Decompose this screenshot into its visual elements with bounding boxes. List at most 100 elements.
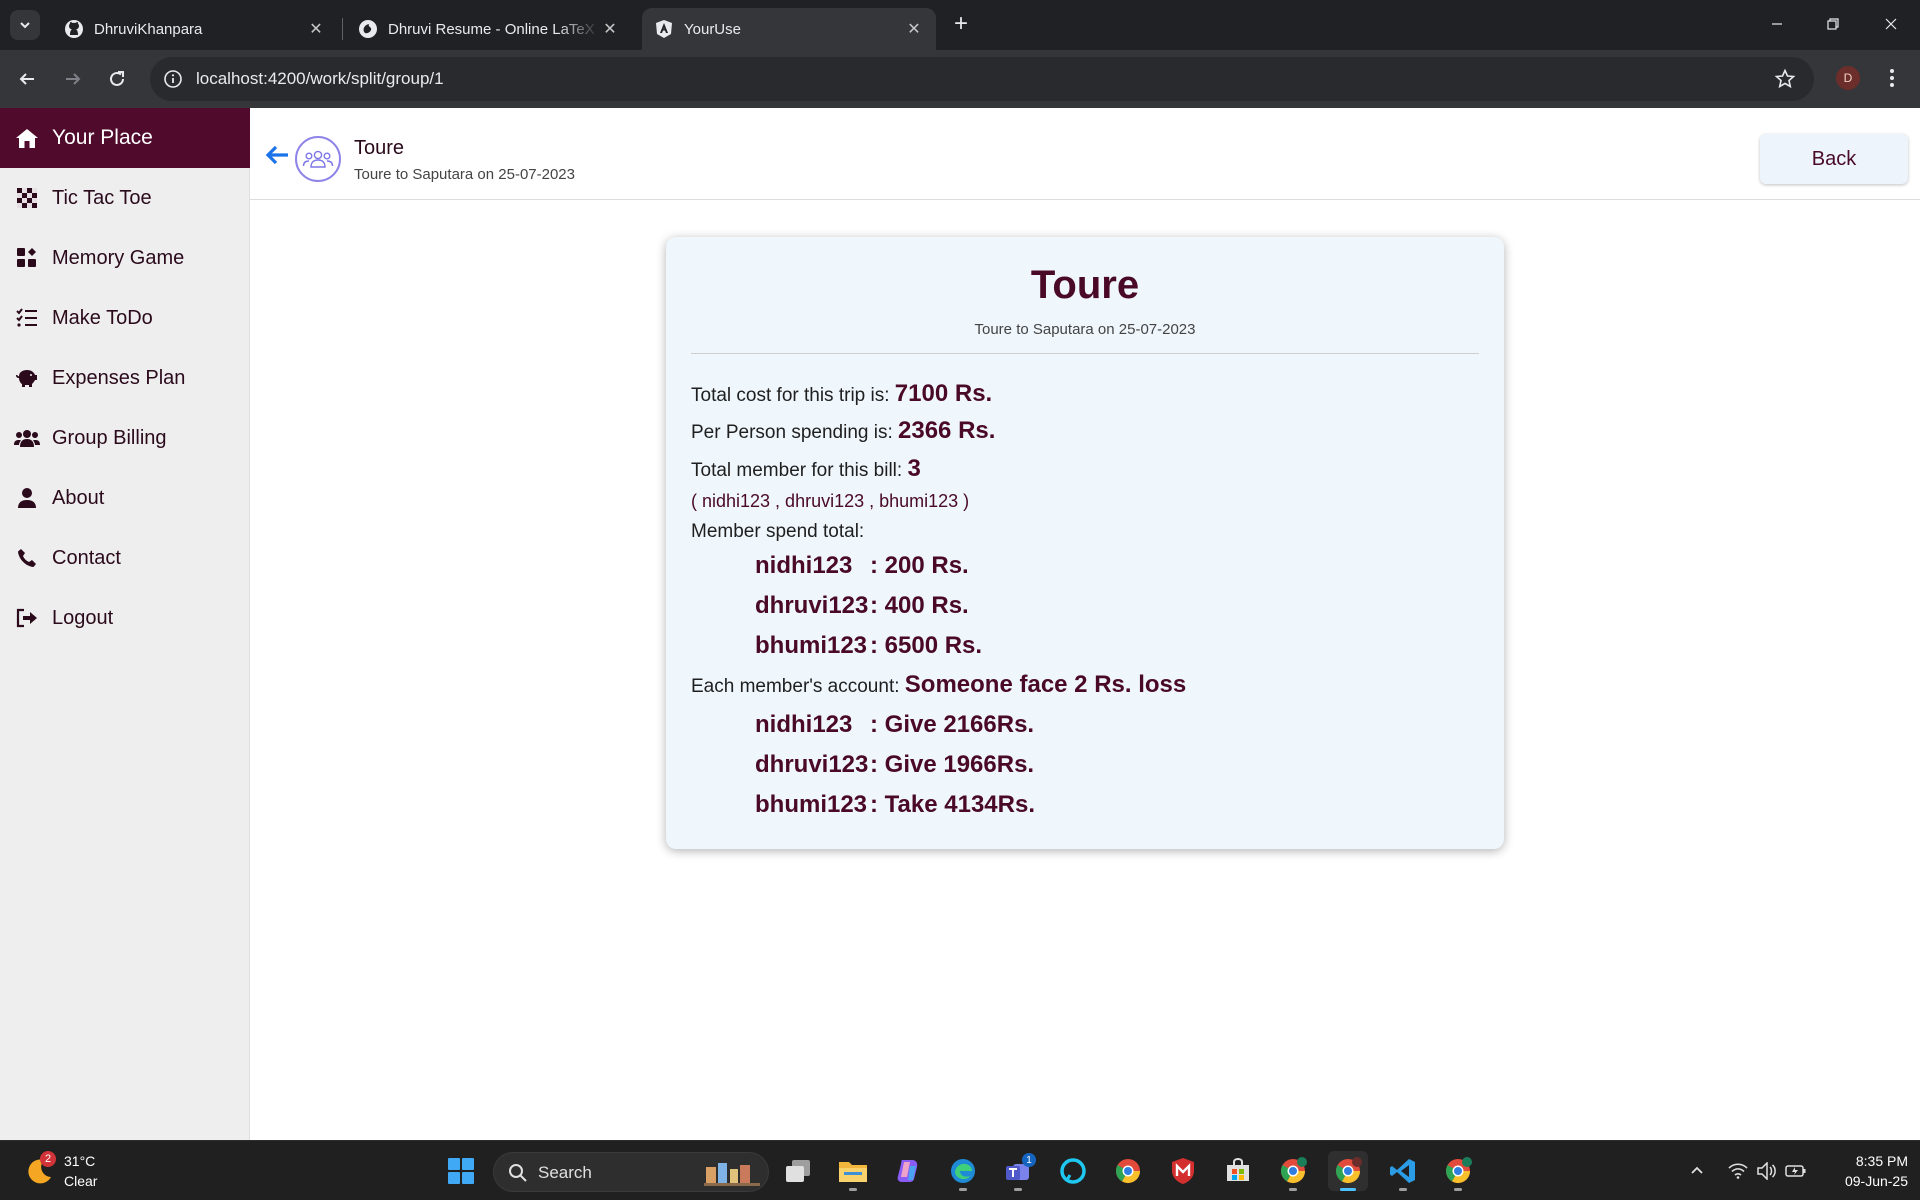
more-vertical-icon	[1890, 69, 1894, 87]
weather-widget[interactable]: 2 31°C Clear	[24, 1151, 144, 1191]
taskbar-vscode[interactable]	[1383, 1151, 1423, 1191]
bill-summary-card: Toure Toure to Saputara on 25-07-2023 To…	[666, 237, 1504, 849]
browser-toolbar: localhost:4200/work/split/group/1 D	[0, 50, 1920, 108]
wifi-status[interactable]	[1726, 1159, 1750, 1183]
taskbar-chrome-profile-1[interactable]	[1273, 1151, 1313, 1191]
tab-github[interactable]: DhruviKhanpara ✕	[52, 8, 338, 50]
taskbar-chrome[interactable]	[1108, 1151, 1148, 1191]
taskbar-file-explorer[interactable]	[833, 1151, 873, 1191]
sidebar-item-expenses-plan[interactable]: Expenses Plan	[0, 348, 250, 408]
sidebar-item-about[interactable]: About	[0, 468, 250, 528]
start-button[interactable]	[441, 1151, 481, 1191]
chrome-icon	[1280, 1157, 1307, 1184]
minimize-button[interactable]	[1754, 8, 1800, 40]
address-bar[interactable]: localhost:4200/work/split/group/1	[150, 57, 1814, 101]
sidebar-item-label: Contact	[52, 546, 121, 569]
overleaf-icon	[358, 19, 378, 39]
checkerboard-icon	[14, 186, 40, 210]
star-icon[interactable]	[1774, 68, 1796, 90]
taskbar-chrome-profile-2[interactable]	[1328, 1151, 1368, 1191]
alexa-icon	[1060, 1158, 1086, 1184]
restore-button[interactable]	[1810, 8, 1856, 40]
windows-taskbar: 2 31°C Clear Search 1 8:35 PM 09-Jun-25	[0, 1140, 1920, 1200]
users-icon	[302, 150, 334, 168]
sidebar-item-contact[interactable]: Contact	[0, 528, 250, 588]
forward-nav-button[interactable]	[56, 62, 90, 96]
new-tab-button[interactable]: +	[948, 12, 974, 38]
card-title: Toure	[1030, 263, 1140, 307]
profile-avatar[interactable]: D	[1836, 66, 1860, 90]
info-icon[interactable]	[162, 68, 184, 90]
sidebar-item-group-billing[interactable]: Group Billing	[0, 408, 250, 468]
sidebar-item-make-todo[interactable]: Make ToDo	[0, 288, 250, 348]
taskbar-search[interactable]: Search	[493, 1152, 769, 1192]
sidebar-item-label: Logout	[52, 606, 114, 629]
edge-icon	[951, 1159, 975, 1183]
page-header: Toure Toure to Saputara on 25-07-2023 Ba…	[250, 108, 1920, 200]
sidebar-item-memory-game[interactable]: Memory Game	[0, 228, 250, 288]
weather-temp: 31°C	[64, 1153, 96, 1169]
battery-status[interactable]	[1784, 1159, 1808, 1183]
task-view-button[interactable]	[778, 1151, 818, 1191]
member-spend: : 6500 Rs.	[870, 632, 983, 659]
taskbar-store[interactable]	[1218, 1151, 1258, 1191]
back-button[interactable]: Back	[1760, 134, 1908, 184]
member-balance: : Take 4134Rs.	[870, 791, 1035, 818]
browser-tab-bar: DhruviKhanpara ✕ Dhruvi Resume - Online …	[0, 0, 1920, 50]
restore-icon	[1827, 18, 1839, 30]
url-text[interactable]: localhost:4200/work/split/group/1	[196, 69, 444, 89]
close-window-button[interactable]	[1868, 8, 1914, 40]
sidebar-item-logout[interactable]: Logout	[0, 588, 250, 648]
puzzle-icon	[14, 246, 40, 270]
taskbar-chrome-profile-3[interactable]	[1438, 1151, 1478, 1191]
arrow-right-icon	[66, 73, 81, 85]
users-icon	[14, 426, 40, 450]
more-menu-button[interactable]	[1880, 66, 1904, 90]
system-clock[interactable]: 8:35 PM 09-Jun-25	[1822, 1151, 1908, 1191]
battery-icon	[1785, 1165, 1806, 1177]
search-label: Search	[538, 1163, 592, 1182]
arrow-left-icon[interactable]	[264, 143, 290, 167]
taskbar-teams[interactable]: 1	[998, 1151, 1038, 1191]
tray-overflow-button[interactable]	[1685, 1159, 1709, 1183]
sidebar-item-label: Tic Tac Toe	[52, 186, 152, 209]
per-person-line: Per Person spending is: 2366 Rs.	[691, 417, 995, 445]
tab-search-button[interactable]	[10, 10, 40, 40]
page-title: Toure	[354, 137, 405, 159]
member-spend: : 400 Rs.	[870, 592, 969, 619]
total-cost-line: Total cost for this trip is: 7100 Rs.	[691, 380, 992, 408]
sidebar-item-your-place[interactable]: Your Place	[0, 108, 250, 168]
close-icon[interactable]: ✕	[600, 19, 620, 39]
reload-button[interactable]	[100, 62, 134, 96]
volume-icon	[1757, 1162, 1776, 1180]
member-name: dhruvi123	[755, 592, 869, 619]
person-icon	[14, 486, 40, 510]
taskbar-mcafee[interactable]	[1163, 1151, 1203, 1191]
sidebar-item-label: Make ToDo	[52, 306, 153, 329]
taskbar-copilot[interactable]	[888, 1151, 928, 1191]
tab-youruse[interactable]: YourUse ✕	[642, 8, 936, 50]
sidebar-item-tic-tac-toe[interactable]: Tic Tac Toe	[0, 168, 250, 228]
back-nav-button[interactable]	[10, 62, 44, 96]
member-spend: : 200 Rs.	[870, 552, 969, 579]
search-icon	[509, 1164, 527, 1182]
github-icon	[64, 19, 84, 39]
group-avatar	[295, 136, 341, 182]
account-row: dhruvi123: Give 1966Rs.	[755, 751, 1034, 779]
volume-status[interactable]	[1755, 1159, 1779, 1183]
spend-row: bhumi123: 6500 Rs.	[755, 632, 982, 660]
total-cost-label: Total cost for this trip is:	[691, 385, 890, 406]
spend-label: Member spend total:	[691, 521, 865, 542]
tab-overleaf[interactable]: Dhruvi Resume - Online LaTeX Editor ✕	[346, 8, 632, 50]
teams-badge: 1	[1022, 1153, 1036, 1167]
per-person-label: Per Person spending is:	[691, 422, 893, 443]
taskbar-alexa[interactable]	[1053, 1151, 1093, 1191]
close-icon[interactable]: ✕	[904, 19, 924, 39]
logout-icon	[14, 606, 40, 630]
close-icon[interactable]: ✕	[306, 19, 326, 39]
sidebar-item-label: Your Place	[52, 126, 153, 149]
list-check-icon	[14, 306, 40, 330]
members-list: ( nidhi123 , dhruvi123 , bhumi123 )	[691, 491, 970, 511]
taskbar-edge[interactable]	[943, 1151, 983, 1191]
account-row: nidhi123: Give 2166Rs.	[755, 711, 1034, 739]
